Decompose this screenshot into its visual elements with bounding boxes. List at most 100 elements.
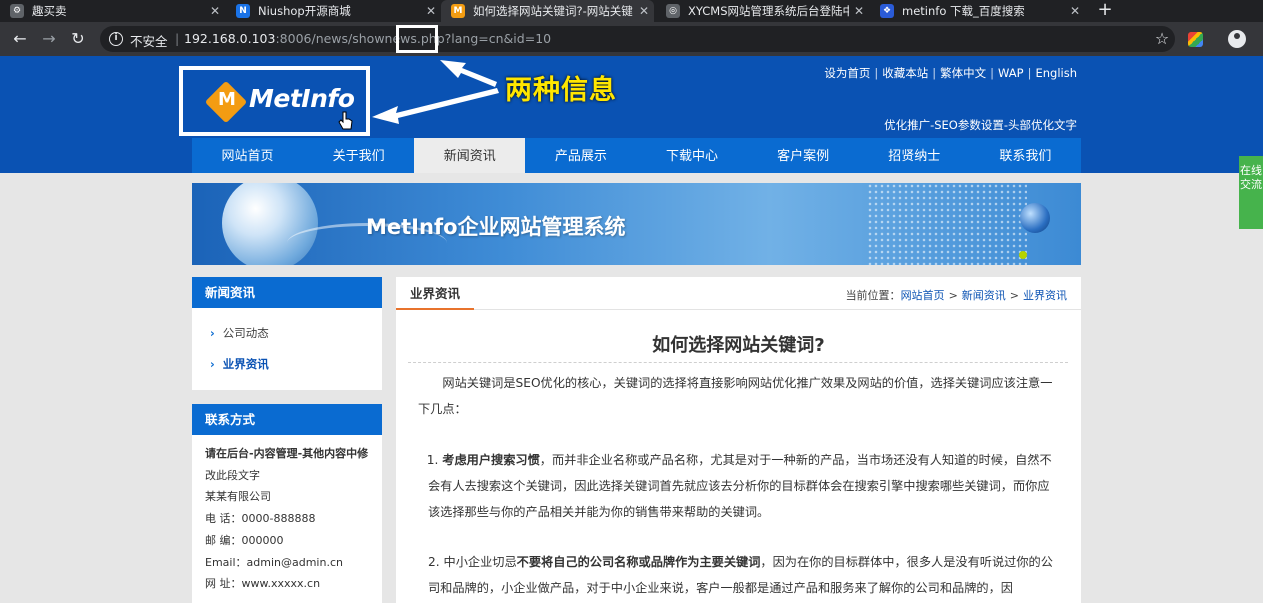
top-link-english[interactable]: English: [1035, 66, 1077, 80]
close-tab-icon[interactable]: ✕: [1065, 4, 1085, 18]
breadcrumb-prefix: 当前位置：: [845, 289, 901, 302]
address-bar[interactable]: i 不安全 | 192.168.0.103:8006/news/shownews…: [100, 26, 1175, 52]
point-1-prefix: 1.: [426, 453, 443, 467]
omnibox-separator: |: [175, 31, 180, 46]
breadcrumb-link-industry[interactable]: 业界资讯: [1023, 289, 1067, 302]
close-tab-icon[interactable]: ✕: [849, 4, 869, 18]
top-links: 设为首页 | 收藏本站 | 繁体中文 | WAP | English: [824, 66, 1077, 80]
back-arrow-icon[interactable]: ←: [8, 27, 32, 51]
tab-favicon-icon: N: [236, 4, 250, 18]
close-tab-icon[interactable]: ✕: [205, 4, 225, 18]
profile-avatar-icon[interactable]: [1228, 30, 1246, 48]
nav-item-contact[interactable]: 联系我们: [970, 138, 1081, 173]
site-logo[interactable]: MetInfo: [249, 84, 355, 113]
top-link-set-home[interactable]: 设为首页: [824, 66, 870, 80]
tab-favicon-icon: ❖: [880, 4, 894, 18]
tab-favicon-icon: ⚙: [10, 4, 24, 18]
close-tab-icon[interactable]: ✕: [421, 4, 441, 18]
nav-item-jobs[interactable]: 招贤纳士: [859, 138, 970, 173]
article-point-1: 1. 考虑用户搜索习惯，而并非企业名称或产品名称，尤其是对于一种新的产品，当市场…: [418, 447, 1058, 525]
tab-title: Niushop开源商城: [258, 4, 351, 18]
chevron-right-icon: ›: [210, 326, 215, 340]
header-seo-text: 优化推广-SEO参数设置-头部优化文字: [884, 118, 1077, 132]
forward-arrow-icon[interactable]: →: [37, 27, 61, 51]
logo-mark-letter: M: [218, 89, 236, 110]
sidebar-news-title: 新闻资讯: [192, 277, 382, 308]
hero-banner: MetInfo企业网站管理系统: [192, 183, 1081, 265]
sidebar-item-industry-news[interactable]: › 业界资讯: [192, 349, 382, 380]
close-tab-icon[interactable]: ✕: [634, 4, 654, 18]
browser-tab-5[interactable]: ❖ metinfo 下载_百度搜索 ✕: [870, 0, 1085, 22]
point-2-prefix: 2. 中小企业切忌: [428, 555, 517, 569]
contact-line: 邮 编：000000: [205, 533, 284, 547]
browser-tab-4[interactable]: ◎ XYCMS网站管理系统后台登陆中 ✕: [656, 0, 869, 22]
reload-icon[interactable]: ↻: [66, 27, 90, 51]
breadcrumb-link-home[interactable]: 网站首页: [901, 289, 945, 302]
contact-line: 改此段文字: [205, 468, 260, 482]
nav-item-cases[interactable]: 客户案例: [748, 138, 859, 173]
browser-tab-1[interactable]: ⚙ 趣买卖 ✕: [0, 0, 225, 22]
url-text[interactable]: 192.168.0.103:8006/news/shownews.php?lan…: [184, 31, 551, 46]
breadcrumb-link-news[interactable]: 新闻资讯: [962, 289, 1006, 302]
online-chat-tab[interactable]: 在线交流: [1239, 156, 1263, 229]
article-intro: 网站关键词是SEO优化的核心，关键词的选择将直接影响网站优化推广效果及网站的价值…: [418, 376, 1053, 416]
nav-item-about[interactable]: 关于我们: [303, 138, 414, 173]
hand-cursor-icon: [338, 111, 353, 130]
top-link-wap[interactable]: WAP: [998, 66, 1024, 80]
tab-favicon-icon: ◎: [666, 4, 680, 18]
nav-item-home[interactable]: 网站首页: [192, 138, 303, 173]
browser-tab-strip: ⚙ 趣买卖 ✕ N Niushop开源商城 ✕ M 如何选择网站关键词?-网站关…: [0, 0, 1263, 22]
top-link-bookmark[interactable]: 收藏本站: [882, 66, 928, 80]
new-tab-plus-icon[interactable]: +: [1094, 0, 1116, 22]
browser-toolbar: ← → ↻ i 不安全 | 192.168.0.103:8006/news/sh…: [0, 22, 1263, 56]
small-globe-icon: [1020, 203, 1050, 233]
point-1-bold: 考虑用户搜索习惯: [442, 453, 540, 467]
article-section-tab[interactable]: 业界资讯: [396, 277, 475, 310]
top-link-traditional-chinese[interactable]: 繁体中文: [940, 66, 986, 80]
sidebar-item-label: 业界资讯: [222, 357, 269, 371]
green-dot-icon: [1019, 251, 1027, 259]
banner-title: MetInfo企业网站管理系统: [366, 215, 626, 239]
world-map-dots: [867, 183, 1027, 265]
article-title: 如何选择网站关键词?: [652, 335, 825, 356]
point-2-bold: 不要将自己的公司名称或品牌作为主要关键词: [516, 555, 761, 569]
contact-line: Email：admin@admin.cn: [205, 555, 343, 569]
tab-title: XYCMS网站管理系统后台登陆中: [688, 4, 849, 18]
nav-item-downloads[interactable]: 下载中心: [637, 138, 748, 173]
sidebar-contact-box: 联系方式 请在后台-内容管理-其他内容中修 改此段文字 某某有限公司 电 话：0…: [192, 404, 382, 603]
annotation-label: 两种信息: [505, 75, 617, 106]
browser-tab-3-active[interactable]: M 如何选择网站关键词?-网站关键 ✕: [441, 0, 654, 22]
chevron-right-icon: ›: [210, 357, 215, 371]
article-header: 业界资讯 当前位置：网站首页 > 新闻资讯 > 业界资讯: [396, 277, 1081, 310]
info-icon[interactable]: i: [109, 32, 123, 46]
article-panel: 业界资讯 当前位置：网站首页 > 新闻资讯 > 业界资讯 如何选择网站关键词? 网站关键…: [396, 277, 1081, 603]
tab-title: 如何选择网站关键词?-网站关键: [473, 4, 633, 18]
nav-item-products[interactable]: 产品展示: [525, 138, 636, 173]
contact-line: 某某有限公司: [205, 490, 271, 504]
sidebar-contact-title: 联系方式: [192, 404, 382, 435]
contact-line: 网 址：www.xxxxx.cn: [205, 577, 321, 591]
url-highlight-box: [396, 25, 438, 53]
breadcrumb: 当前位置：网站首页 > 新闻资讯 > 业界资讯: [845, 289, 1067, 302]
logo-highlight-box: M MetInfo: [179, 66, 370, 136]
nav-item-news[interactable]: 新闻资讯: [414, 138, 526, 173]
article-point-2: 2. 中小企业切忌不要将自己的公司名称或品牌作为主要关键词，因为在你的目标群体中…: [418, 549, 1058, 601]
tab-title: metinfo 下载_百度搜索: [902, 4, 1025, 18]
bookmark-star-icon[interactable]: ☆: [1150, 27, 1174, 51]
contact-line: 请在后台-内容管理-其他内容中修: [205, 447, 369, 460]
title-divider: [408, 362, 1068, 363]
contact-line: 电 话：0000-888888: [205, 512, 316, 526]
browser-tab-2[interactable]: N Niushop开源商城 ✕: [226, 0, 441, 22]
site-header: M MetInfo 设为首页 | 收藏本站 | 繁体中文 | WAP | English 优化推…: [0, 56, 1263, 173]
tab-title: 趣买卖: [32, 4, 67, 18]
extension-icon[interactable]: [1188, 32, 1203, 47]
contact-info: 请在后台-内容管理-其他内容中修 改此段文字 某某有限公司 电 话：0000-8…: [192, 435, 382, 595]
sidebar-item-company-news[interactable]: › 公司动态: [192, 318, 382, 349]
main-nav: 网站首页 关于我们 新闻资讯 产品展示 下载中心 客户案例 招贤纳士 联系我们: [192, 138, 1081, 173]
sidebar-news-box: 新闻资讯 › 公司动态 › 业界资讯: [192, 277, 382, 390]
security-label: 不安全: [130, 34, 168, 49]
page-viewport: M MetInfo 设为首页 | 收藏本站 | 繁体中文 | WAP | English 优化推…: [0, 56, 1263, 603]
sidebar-item-label: 公司动态: [222, 326, 269, 340]
url-host: 192.168.0.103: [184, 31, 276, 46]
tab-favicon-icon: M: [451, 4, 465, 18]
